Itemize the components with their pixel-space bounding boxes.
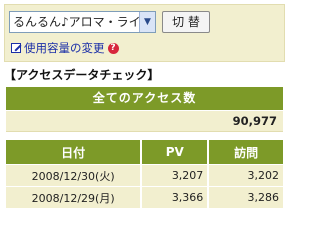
total-access-count: 90,977: [6, 111, 283, 132]
row-pv: 3,366: [142, 186, 210, 208]
site-select-value: るんるん♪アロマ・ライフ: [13, 15, 153, 29]
summary-header: 全てのアクセス数: [6, 87, 283, 110]
site-select[interactable]: るんるん♪アロマ・ライフ ▼: [9, 11, 156, 33]
table-row: 2008/12/29(月) 3,366 3,286: [6, 186, 283, 208]
column-header-date: 日付: [6, 140, 143, 164]
table-row: 2008/12/30(火) 3,207 3,202: [6, 164, 283, 186]
row-pv: 3,207: [142, 164, 210, 186]
change-usage-link[interactable]: 使用容量の変更 ?: [11, 39, 119, 57]
column-header-pv: PV: [142, 140, 210, 164]
row-date: 2008/12/30(火): [6, 164, 143, 186]
switch-button[interactable]: 切 替: [162, 11, 210, 33]
row-date: 2008/12/29(月): [6, 186, 143, 208]
row-visits: 3,202: [209, 164, 283, 186]
row-visits: 3,286: [209, 186, 283, 208]
access-report-page: るんるん♪アロマ・ライフ ▼ 切 替 使用容量の変更 ? 【アクセスデータチェッ…: [0, 0, 290, 225]
daily-access-table: 日付 PV 訪問 2008/12/30(火) 3,207 3,202 2008/…: [6, 140, 283, 208]
site-switch-panel: るんるん♪アロマ・ライフ ▼ 切 替 使用容量の変更 ?: [4, 4, 285, 62]
change-usage-link-label[interactable]: 使用容量の変更: [24, 40, 105, 56]
table-header-row: 日付 PV 訪問: [6, 140, 283, 164]
column-header-visits: 訪問: [209, 140, 283, 164]
chevron-down-icon[interactable]: ▼: [139, 12, 155, 32]
section-title: 【アクセスデータチェック】: [4, 68, 160, 82]
edit-icon: [11, 43, 21, 53]
help-icon[interactable]: ?: [107, 42, 119, 54]
